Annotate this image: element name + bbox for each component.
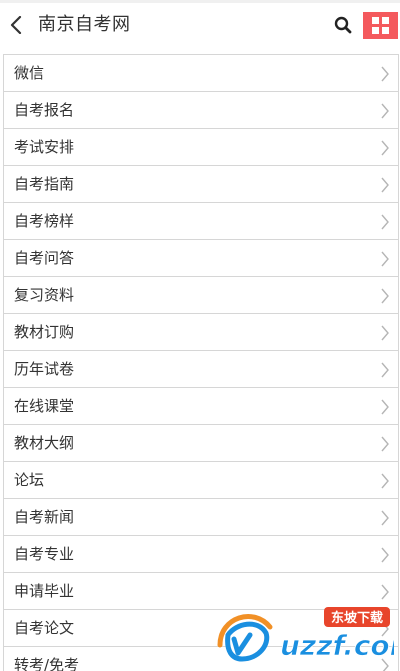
item-label: 复习资料	[14, 286, 75, 304]
chevron-right-icon	[381, 103, 389, 119]
chevron-right-icon	[381, 547, 389, 563]
chevron-right-icon	[381, 177, 389, 193]
search-button[interactable]	[329, 11, 357, 39]
list-item[interactable]: 考试安排	[4, 129, 398, 166]
item-label: 微信	[14, 64, 45, 82]
chevron-right-icon	[381, 288, 389, 304]
list-item[interactable]: 历年试卷	[4, 351, 398, 388]
item-label: 自考问答	[14, 249, 75, 267]
list-item[interactable]: 申请毕业	[4, 573, 398, 610]
item-label: 自考论文	[14, 619, 75, 637]
chevron-right-icon	[381, 473, 389, 489]
chevron-right-icon	[381, 66, 389, 82]
chevron-right-icon	[381, 584, 389, 600]
list-item[interactable]: 自考论文	[4, 610, 398, 647]
chevron-right-icon	[381, 436, 389, 452]
list-item[interactable]: 复习资料	[4, 277, 398, 314]
item-label: 自考新闻	[14, 508, 75, 526]
item-label: 自考报名	[14, 101, 75, 119]
chevron-right-icon	[381, 510, 389, 526]
list-item[interactable]: 自考指南	[4, 166, 398, 203]
chevron-right-icon	[381, 621, 389, 637]
list-item[interactable]: 教材订购	[4, 314, 398, 351]
item-label: 申请毕业	[14, 582, 75, 600]
grid-icon	[372, 17, 389, 34]
item-label: 自考指南	[14, 175, 75, 193]
list-item[interactable]: 论坛	[4, 462, 398, 499]
search-icon	[334, 16, 352, 34]
list-item[interactable]: 自考专业	[4, 536, 398, 573]
list-item[interactable]: 教材大纲	[4, 425, 398, 462]
top-bar: 南京自考网	[0, 0, 400, 48]
chevron-right-icon	[381, 362, 389, 378]
list-item[interactable]: 微信	[4, 55, 398, 92]
chevron-left-icon	[10, 16, 22, 34]
item-label: 历年试卷	[14, 360, 75, 378]
page-title: 南京自考网	[38, 14, 131, 35]
item-label: 论坛	[14, 471, 45, 489]
item-label: 教材订购	[14, 323, 75, 341]
chevron-right-icon	[381, 140, 389, 156]
item-label: 考试安排	[14, 138, 75, 156]
list-item[interactable]: 自考问答	[4, 240, 398, 277]
item-label: 教材大纲	[14, 434, 75, 452]
list-item[interactable]: 自考榜样	[4, 203, 398, 240]
list-item[interactable]: 自考报名	[4, 92, 398, 129]
item-label: 自考专业	[14, 545, 75, 563]
chevron-right-icon	[381, 399, 389, 415]
list-item[interactable]: 在线课堂	[4, 388, 398, 425]
list-item[interactable]: 自考新闻	[4, 499, 398, 536]
menu-button[interactable]	[363, 12, 398, 39]
chevron-right-icon	[381, 251, 389, 267]
menu-list: 微信 自考报名 考试安排 自考指南 自考榜样 自考问答 复习资料 教材订购 历年…	[3, 54, 399, 671]
item-label: 转考/免考	[14, 656, 80, 671]
chevron-right-icon	[381, 658, 389, 671]
item-label: 自考榜样	[14, 212, 75, 230]
chevron-right-icon	[381, 325, 389, 341]
chevron-right-icon	[381, 214, 389, 230]
list-item[interactable]: 转考/免考	[4, 647, 398, 671]
item-label: 在线课堂	[14, 397, 75, 415]
back-button[interactable]	[2, 9, 30, 41]
page: 南京自考网 微信 自考报名 考试安排 自考指南 自考榜样 自考问答 复习资料 教…	[0, 0, 400, 671]
